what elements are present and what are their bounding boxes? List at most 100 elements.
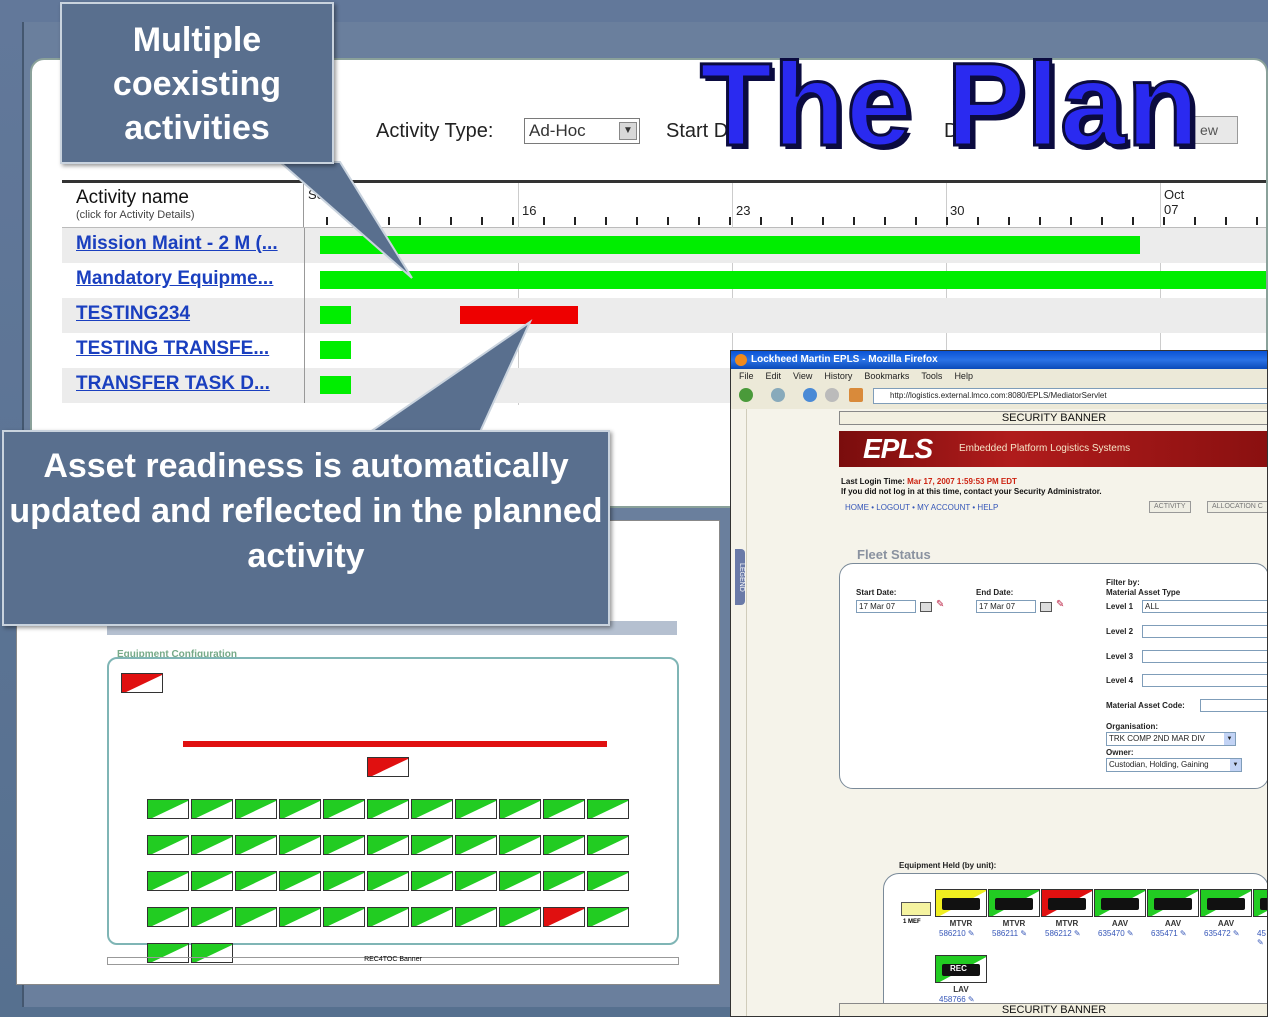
equipment-cell[interactable] <box>455 835 497 855</box>
equipment-cell[interactable] <box>455 871 497 891</box>
vehicle-icon[interactable] <box>1041 889 1093 917</box>
equipment-cell[interactable] <box>323 835 365 855</box>
unit-icon[interactable] <box>901 902 931 916</box>
vehicle-id-link[interactable]: 45 ✎ <box>1257 929 1267 947</box>
chevron-down-icon[interactable]: ▼ <box>1224 733 1235 745</box>
equipment-cell[interactable] <box>411 799 453 819</box>
vehicle-icon[interactable] <box>1094 889 1146 917</box>
activity-link[interactable]: TRANSFER TASK D... <box>76 373 270 395</box>
menu-item-file[interactable]: File <box>739 371 754 381</box>
menu-item-view[interactable]: View <box>793 371 812 381</box>
menu-item-tools[interactable]: Tools <box>921 371 942 381</box>
vehicle-id-link[interactable]: 635472 ✎ <box>1204 929 1240 938</box>
calendar-icon[interactable] <box>1040 602 1052 612</box>
tab-allocation[interactable]: ALLOCATION C <box>1207 501 1267 513</box>
organisation-select[interactable]: TRK COMP 2ND MAR DIV ▼ <box>1106 732 1236 746</box>
material-asset-code-field[interactable] <box>1200 699 1267 712</box>
equipment-cell[interactable] <box>499 907 541 927</box>
vehicle-icon[interactable] <box>1200 889 1252 917</box>
equipment-cell[interactable] <box>323 907 365 927</box>
menu-item-edit[interactable]: Edit <box>766 371 782 381</box>
equipment-cell[interactable] <box>235 907 277 927</box>
equipment-cell[interactable] <box>455 907 497 927</box>
equipment-cell[interactable] <box>279 835 321 855</box>
equipment-cell[interactable] <box>279 907 321 927</box>
equipment-cell[interactable] <box>191 871 233 891</box>
equipment-cell[interactable] <box>235 871 277 891</box>
chevron-down-icon[interactable]: ▼ <box>619 122 637 140</box>
owner-select[interactable]: Custodian, Holding, Gaining ▼ <box>1106 758 1242 772</box>
activity-type-select[interactable]: Ad-Hoc ▼ <box>524 118 640 144</box>
equipment-cell[interactable] <box>499 871 541 891</box>
reload-icon[interactable] <box>803 388 817 402</box>
equipment-cell[interactable] <box>455 799 497 819</box>
equipment-cell[interactable] <box>279 871 321 891</box>
equipment-cell[interactable] <box>279 799 321 819</box>
equipment-root-cell[interactable] <box>121 673 163 693</box>
equipment-cell[interactable] <box>587 799 629 819</box>
equipment-cell[interactable] <box>411 907 453 927</box>
equipment-parent-cell[interactable] <box>367 757 409 777</box>
equipment-cell[interactable] <box>235 799 277 819</box>
level1-field[interactable]: ALL <box>1142 600 1267 613</box>
vehicle-icon[interactable] <box>1147 889 1199 917</box>
equipment-cell[interactable] <box>411 871 453 891</box>
equipment-cell[interactable] <box>587 835 629 855</box>
start-date-field[interactable]: 17 Mar 07 <box>856 600 916 613</box>
menu-item-history[interactable]: History <box>824 371 852 381</box>
level2-field[interactable] <box>1142 625 1267 638</box>
stop-icon[interactable] <box>825 388 839 402</box>
end-date-field[interactable]: 17 Mar 07 <box>976 600 1036 613</box>
forward-icon[interactable] <box>771 388 785 402</box>
menu-item-help[interactable]: Help <box>954 371 973 381</box>
equipment-cell[interactable] <box>367 799 409 819</box>
back-icon[interactable] <box>739 388 753 402</box>
equipment-cell[interactable] <box>147 799 189 819</box>
chevron-down-icon[interactable]: ▼ <box>1230 759 1241 771</box>
equipment-cell[interactable] <box>191 799 233 819</box>
vehicle-icon[interactable] <box>1253 889 1267 917</box>
vehicle-icon[interactable] <box>988 889 1040 917</box>
equipment-cell[interactable] <box>147 871 189 891</box>
equipment-cell[interactable] <box>543 907 585 927</box>
level4-field[interactable] <box>1142 674 1267 687</box>
vehicle-id-link[interactable]: 586211 ✎ <box>992 929 1027 938</box>
equipment-cell[interactable] <box>323 799 365 819</box>
activity-bar[interactable] <box>320 236 1141 254</box>
activity-link[interactable]: TESTING234 <box>76 303 190 325</box>
tab-activity[interactable]: ACTIVITY <box>1149 501 1191 513</box>
equipment-cell[interactable] <box>411 835 453 855</box>
calendar-icon[interactable] <box>920 602 932 612</box>
equipment-cell[interactable] <box>147 835 189 855</box>
equipment-cell[interactable] <box>191 835 233 855</box>
home-icon[interactable] <box>849 388 863 402</box>
vehicle-id-link[interactable]: 586212 ✎ <box>1045 929 1081 938</box>
equipment-cell[interactable] <box>235 835 277 855</box>
nav-links[interactable]: HOME • LOGOUT • MY ACCOUNT • HELP <box>845 503 998 512</box>
equipment-cell[interactable] <box>191 907 233 927</box>
legend-tab[interactable]: LEGEND <box>735 549 745 605</box>
equipment-cell[interactable] <box>543 835 585 855</box>
url-bar[interactable]: http://logistics.external.lmco.com:8080/… <box>873 388 1267 404</box>
activity-bar[interactable] <box>320 271 1266 289</box>
equipment-cell[interactable] <box>543 871 585 891</box>
vehicle-icon[interactable]: REC <box>935 955 987 983</box>
menu-item-bookmarks[interactable]: Bookmarks <box>864 371 909 381</box>
equipment-cell[interactable] <box>543 799 585 819</box>
equipment-cell[interactable] <box>587 871 629 891</box>
equipment-cell[interactable] <box>367 835 409 855</box>
activity-link[interactable]: TESTING TRANSFE... <box>76 338 269 360</box>
equipment-cell[interactable] <box>323 871 365 891</box>
vehicle-id-link[interactable]: 635470 ✎ <box>1098 929 1134 938</box>
equipment-cell[interactable] <box>367 871 409 891</box>
level3-field[interactable] <box>1142 650 1267 663</box>
vehicle-id-link[interactable]: 586210 ✎ <box>939 929 975 938</box>
equipment-cell[interactable] <box>499 835 541 855</box>
pencil-icon[interactable]: ✎ <box>1056 599 1064 610</box>
equipment-cell[interactable] <box>367 907 409 927</box>
vehicle-icon[interactable] <box>935 889 987 917</box>
vehicle-id-link[interactable]: 635471 ✎ <box>1151 929 1187 938</box>
equipment-cell[interactable] <box>147 907 189 927</box>
equipment-cell[interactable] <box>499 799 541 819</box>
equipment-cell[interactable] <box>587 907 629 927</box>
